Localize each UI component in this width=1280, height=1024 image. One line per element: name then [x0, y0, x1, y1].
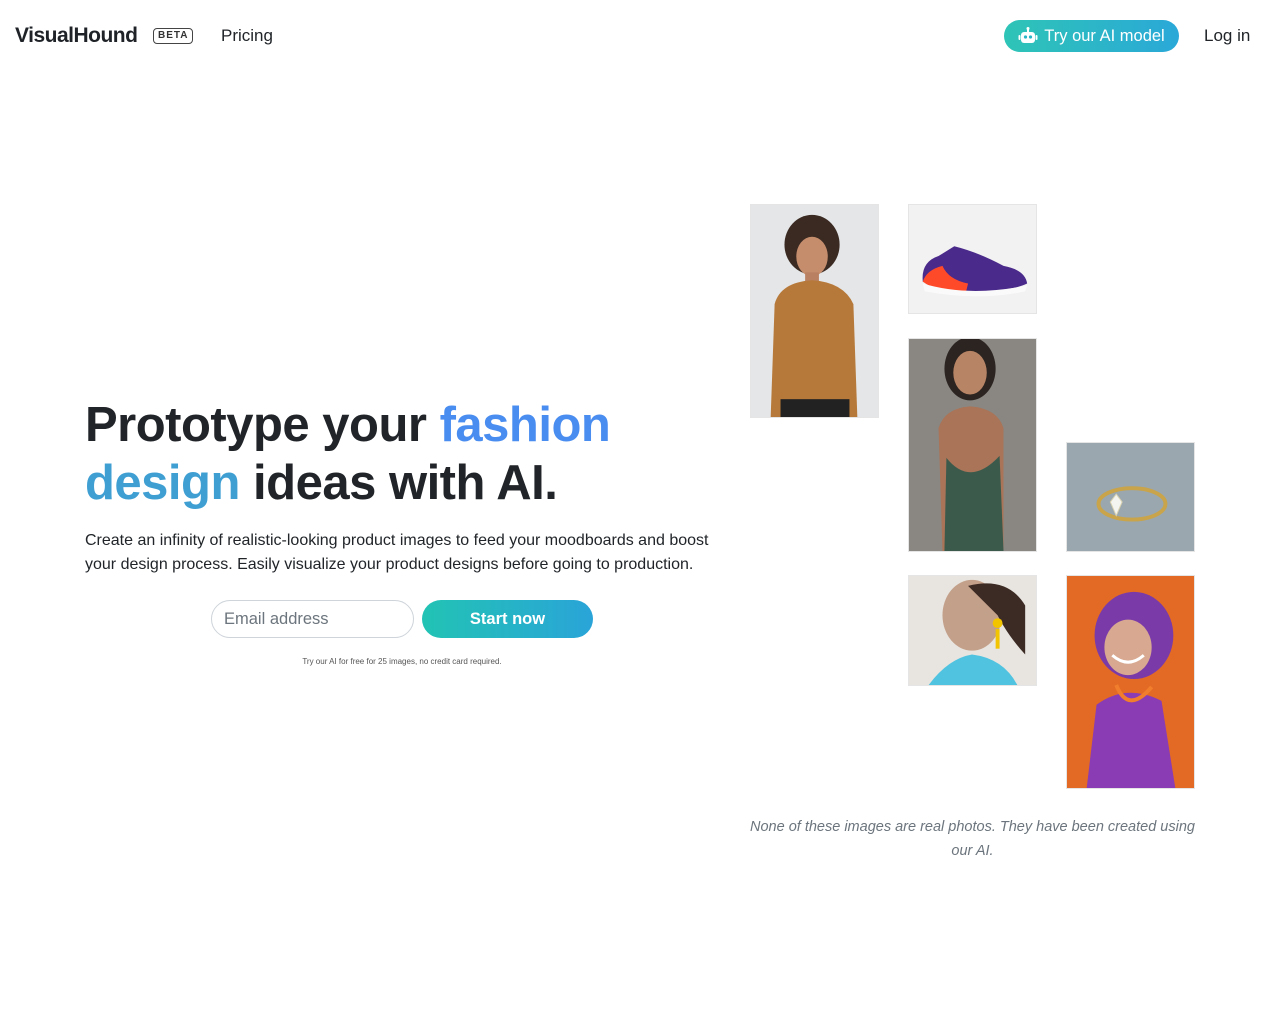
try-ai-model-button[interactable]: Try our AI model — [1004, 20, 1179, 52]
start-now-button[interactable]: Start now — [422, 600, 593, 638]
free-trial-note: Try our AI for free for 25 images, no cr… — [302, 657, 502, 666]
hero-title: Prototype your fashion design ideas with … — [85, 396, 725, 512]
gallery-image-woman-earrings — [908, 575, 1037, 686]
hero-title-part2: ideas with AI. — [239, 456, 558, 510]
gallery-image-man-tshirt — [750, 204, 879, 418]
hero-title-accent-fashion: fashion — [439, 398, 611, 452]
nav-pricing-link[interactable]: Pricing — [221, 26, 273, 46]
try-ai-model-label: Try our AI model — [1044, 26, 1165, 45]
hero-title-accent-design: design — [85, 456, 240, 510]
gallery-image-woman-green-dress — [908, 338, 1037, 552]
login-link[interactable]: Log in — [1204, 26, 1250, 46]
top-navbar: VisualHound BETA Pricing Try our AI mode… — [0, 0, 1280, 72]
gallery-caption: None of these images are real photos. Th… — [750, 819, 1195, 859]
beta-badge: BETA — [153, 28, 194, 44]
gallery-image-sneaker — [908, 204, 1037, 314]
email-input[interactable] — [211, 600, 414, 638]
hero-subtitle: Create an infinity of realistic-looking … — [85, 532, 709, 573]
gallery-image-woman-purple-hair — [1066, 575, 1195, 789]
logo[interactable]: VisualHound — [15, 24, 138, 48]
robot-icon — [1018, 27, 1038, 43]
gallery-image-ring — [1066, 442, 1195, 552]
hero-title-part1: Prototype your — [85, 398, 440, 452]
